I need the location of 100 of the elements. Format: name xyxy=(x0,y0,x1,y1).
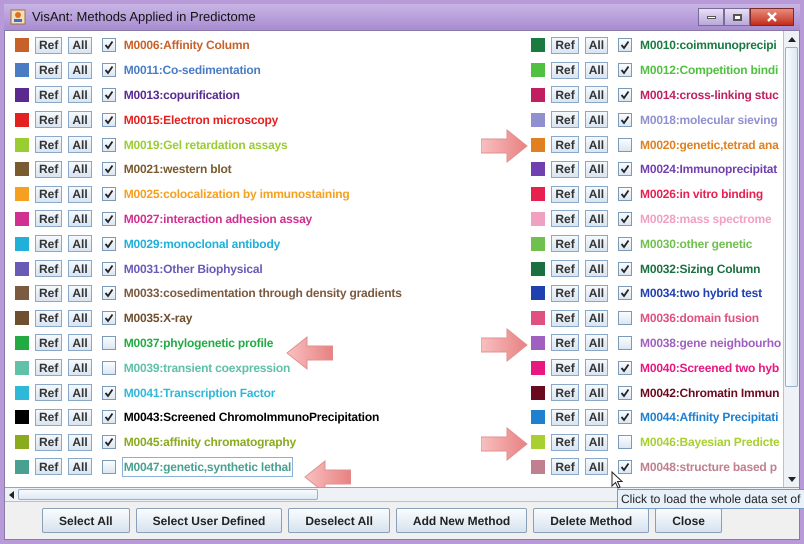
ref-button[interactable]: Ref xyxy=(35,111,62,128)
all-button[interactable]: All xyxy=(584,284,608,302)
all-button[interactable]: All xyxy=(584,334,608,352)
checkbox[interactable] xyxy=(618,286,632,300)
all-button[interactable]: All xyxy=(68,260,92,278)
method-label[interactable]: M0033:cosedimentation through density gradients xyxy=(122,283,404,304)
all-button[interactable]: All xyxy=(68,186,92,203)
checkbox[interactable] xyxy=(102,435,116,450)
method-label[interactable]: M0038:gene neighbourho xyxy=(638,332,783,353)
all-button[interactable]: All xyxy=(68,434,92,451)
checkbox[interactable] xyxy=(102,311,116,326)
all-button[interactable]: All xyxy=(584,384,608,402)
checkbox[interactable] xyxy=(102,286,116,300)
checkbox[interactable] xyxy=(618,212,632,226)
all-button[interactable]: All xyxy=(68,86,92,104)
ref-button[interactable]: Ref xyxy=(551,458,579,476)
checkbox[interactable] xyxy=(618,138,632,152)
dialog-button[interactable]: Select All xyxy=(42,508,130,533)
method-label[interactable]: M0013:copurification xyxy=(122,84,242,105)
method-label[interactable]: M0035:X-ray xyxy=(122,308,194,328)
ref-button[interactable]: Ref xyxy=(35,334,62,352)
ref-button[interactable]: Ref xyxy=(551,186,579,203)
all-button[interactable]: All xyxy=(68,310,92,327)
method-label[interactable]: M0011:Co-sedimentation xyxy=(122,60,263,80)
ref-button[interactable]: Ref xyxy=(551,36,579,54)
checkbox[interactable] xyxy=(618,112,632,127)
ref-button[interactable]: Ref xyxy=(551,384,579,402)
ref-button[interactable]: Ref xyxy=(35,210,62,228)
all-button[interactable]: All xyxy=(584,210,608,228)
all-button[interactable]: All xyxy=(584,86,608,104)
method-label[interactable]: M0042:Chromatin Immun xyxy=(638,382,782,403)
ref-button[interactable]: Ref xyxy=(551,434,579,451)
all-button[interactable]: All xyxy=(68,334,92,352)
ref-button[interactable]: Ref xyxy=(551,359,579,376)
checkbox[interactable] xyxy=(102,236,116,251)
ref-button[interactable]: Ref xyxy=(35,359,62,376)
ref-button[interactable]: Ref xyxy=(551,260,579,278)
checkbox[interactable] xyxy=(102,212,116,226)
all-button[interactable]: All xyxy=(68,458,92,476)
all-button[interactable]: All xyxy=(584,359,608,376)
checkbox[interactable] xyxy=(618,236,632,251)
all-button[interactable]: All xyxy=(584,235,608,252)
ref-button[interactable]: Ref xyxy=(551,235,579,252)
checkbox[interactable] xyxy=(618,435,632,450)
ref-button[interactable]: Ref xyxy=(35,260,62,278)
dialog-button[interactable]: Deselect All xyxy=(288,508,390,533)
all-button[interactable]: All xyxy=(68,136,92,154)
method-label[interactable]: M0014:cross-linking stuc xyxy=(638,84,781,105)
ref-button[interactable]: Ref xyxy=(35,408,62,426)
checkbox[interactable] xyxy=(102,386,116,400)
ref-button[interactable]: Ref xyxy=(551,334,579,352)
ref-button[interactable]: Ref xyxy=(35,136,62,154)
dialog-button[interactable]: Delete Method xyxy=(533,508,650,533)
method-label[interactable]: M0034:two hybrid test xyxy=(638,283,764,304)
all-button[interactable]: All xyxy=(584,111,608,128)
ref-button[interactable]: Ref xyxy=(35,284,62,302)
checkbox[interactable] xyxy=(618,311,632,326)
dialog-button[interactable]: Add New Method xyxy=(396,508,528,533)
close-button[interactable] xyxy=(750,8,794,26)
all-button[interactable]: All xyxy=(584,408,608,426)
method-label[interactable]: M0026:in vitro binding xyxy=(638,184,765,204)
all-button[interactable]: All xyxy=(68,62,92,79)
all-button[interactable]: All xyxy=(584,458,608,476)
dialog-button[interactable]: Select User Defined xyxy=(136,508,282,533)
all-button[interactable]: All xyxy=(584,136,608,154)
all-button[interactable]: All xyxy=(584,62,608,79)
ref-button[interactable]: Ref xyxy=(551,310,579,327)
all-button[interactable]: All xyxy=(68,111,92,128)
checkbox[interactable] xyxy=(618,88,632,102)
all-button[interactable]: All xyxy=(584,310,608,327)
method-label[interactable]: M0010:coimmunoprecipi xyxy=(638,35,779,56)
checkbox[interactable] xyxy=(102,63,116,78)
checkbox[interactable] xyxy=(618,187,632,202)
checkbox[interactable] xyxy=(102,360,116,375)
dialog-button[interactable]: Close xyxy=(655,508,722,533)
ref-button[interactable]: Ref xyxy=(35,310,62,327)
method-label[interactable]: M0031:Other Biophysical xyxy=(122,258,264,279)
checkbox[interactable] xyxy=(102,162,116,176)
method-label[interactable]: M0032:Sizing Column xyxy=(638,258,762,279)
ref-button[interactable]: Ref xyxy=(35,62,62,79)
checkbox[interactable] xyxy=(618,162,632,176)
method-label[interactable]: M0027:interaction adhesion assay xyxy=(122,208,314,229)
checkbox[interactable] xyxy=(618,262,632,276)
ref-button[interactable]: Ref xyxy=(551,284,579,302)
ref-button[interactable]: Ref xyxy=(35,458,62,476)
ref-button[interactable]: Ref xyxy=(35,384,62,402)
minimize-button[interactable] xyxy=(698,8,724,26)
all-button[interactable]: All xyxy=(584,36,608,54)
checkbox[interactable] xyxy=(102,88,116,102)
all-button[interactable]: All xyxy=(68,36,92,54)
ref-button[interactable]: Ref xyxy=(35,160,62,178)
checkbox[interactable] xyxy=(102,336,116,350)
all-button[interactable]: All xyxy=(68,235,92,252)
checkbox[interactable] xyxy=(102,38,116,52)
checkbox[interactable] xyxy=(618,63,632,78)
ref-button[interactable]: Ref xyxy=(551,408,579,426)
ref-button[interactable]: Ref xyxy=(551,136,579,154)
maximize-button[interactable] xyxy=(724,8,750,26)
checkbox[interactable] xyxy=(102,138,116,152)
ref-button[interactable]: Ref xyxy=(35,235,62,252)
